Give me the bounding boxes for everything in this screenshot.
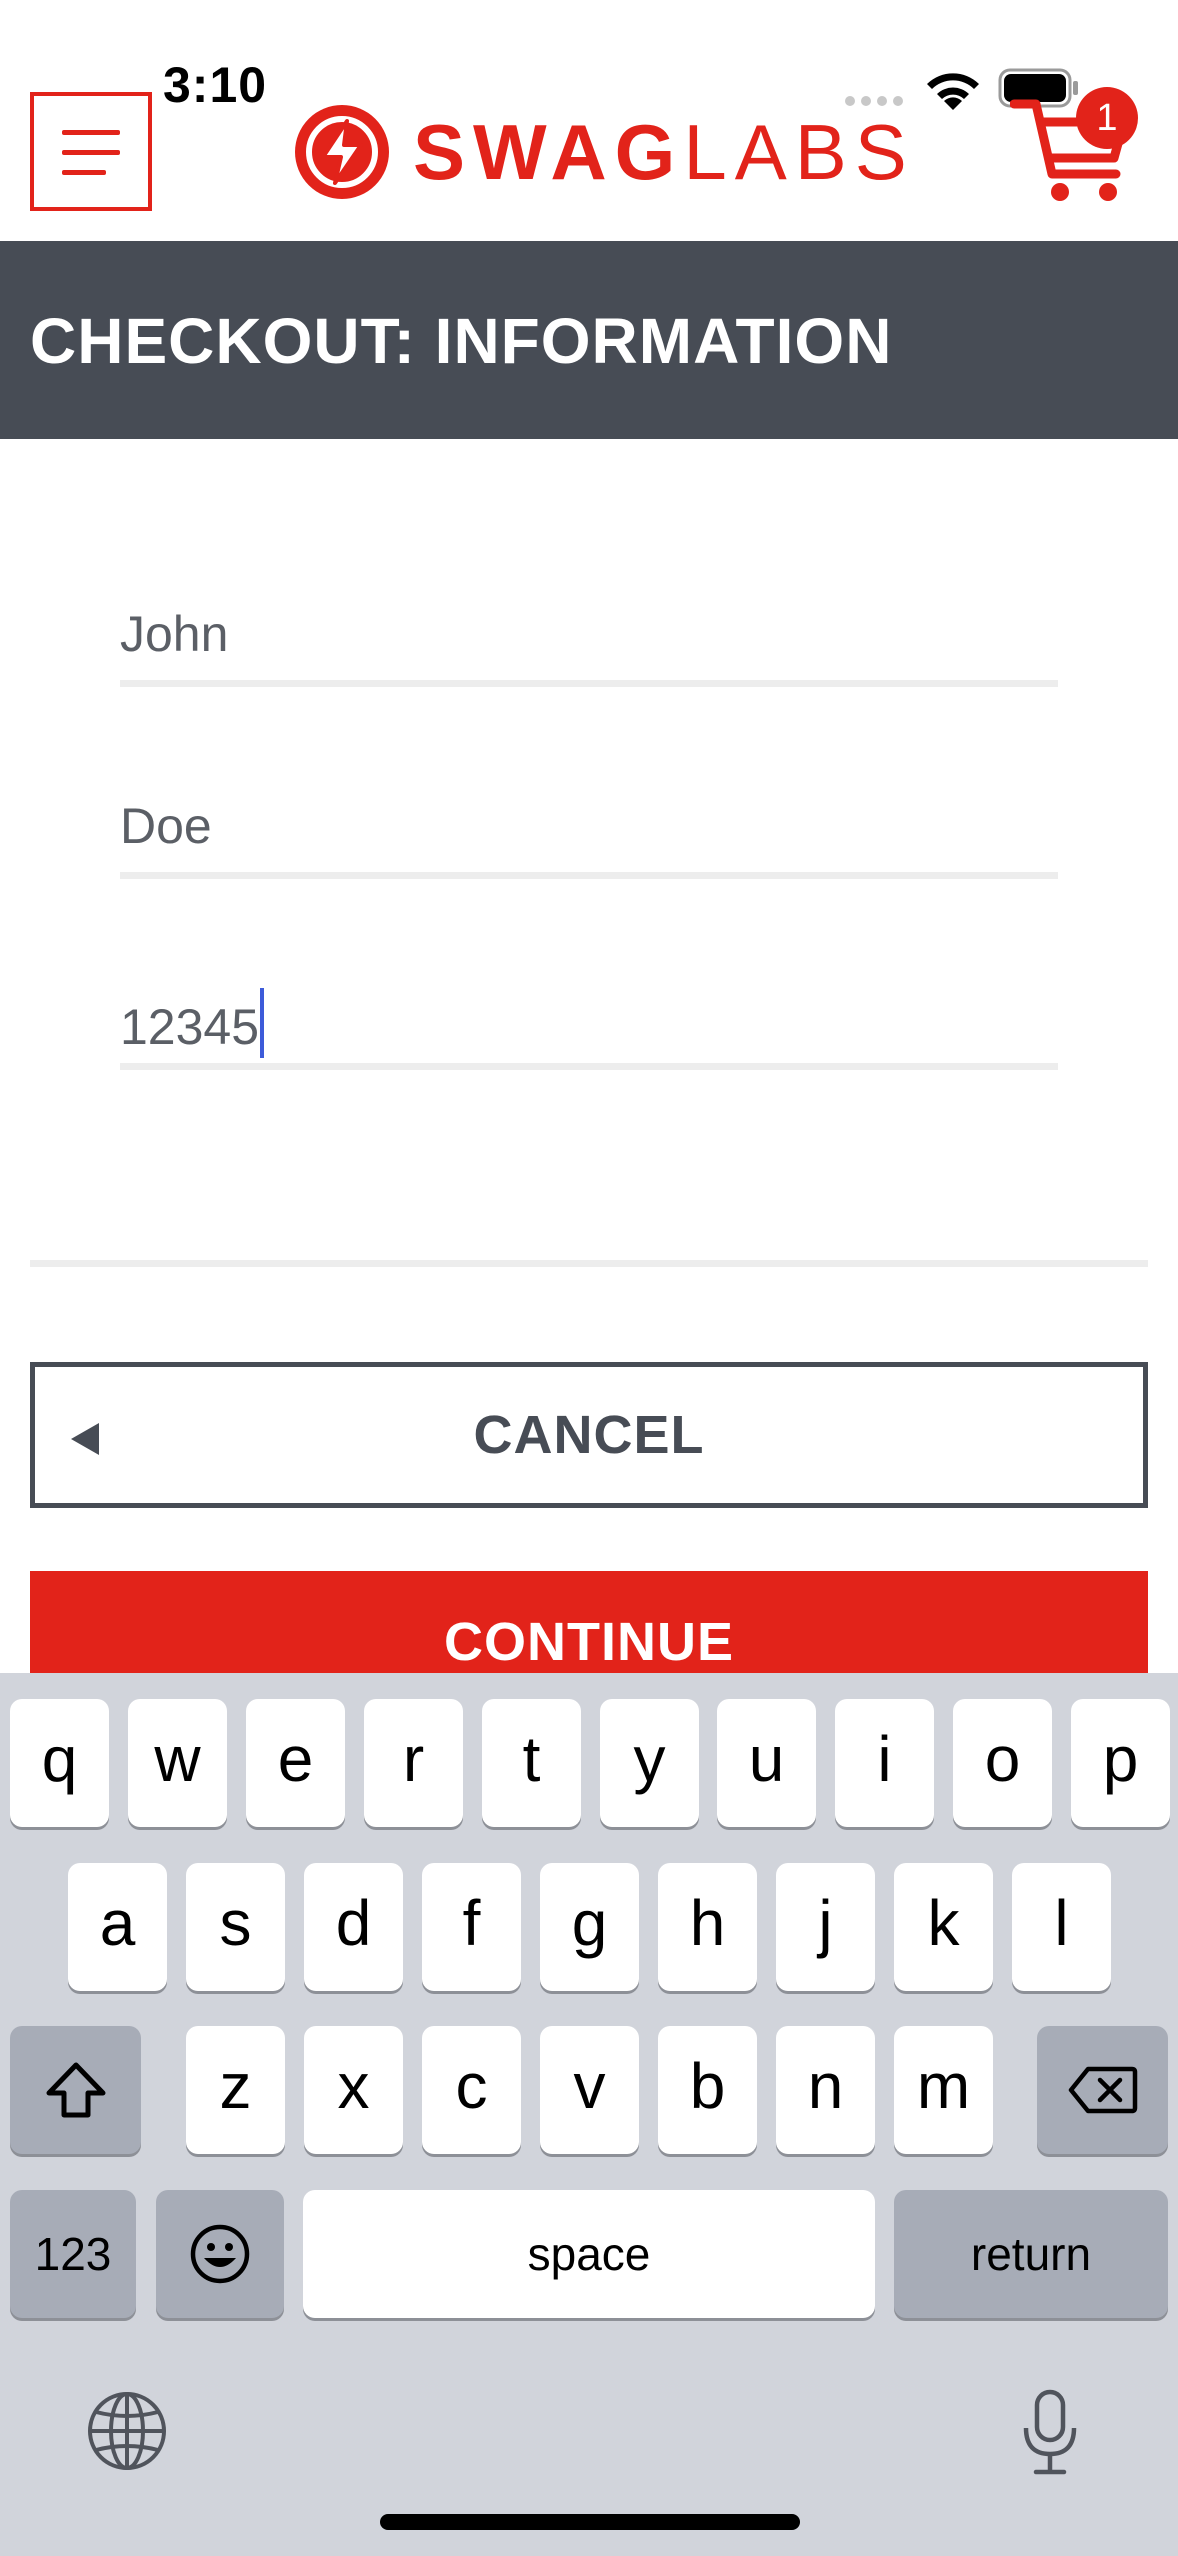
key-label: w — [154, 1723, 201, 1795]
return-key-label: return — [970, 2228, 1092, 2280]
key-label: r — [402, 1723, 425, 1795]
key-o[interactable]: o — [953, 1699, 1052, 1827]
key-label: a — [99, 1887, 136, 1959]
key-label: f — [462, 1887, 481, 1959]
microphone-icon[interactable] — [1020, 2388, 1080, 2478]
brand-name-part2: LABS — [683, 108, 915, 196]
brand-logo: SWAGLABS — [295, 104, 915, 200]
key-label: p — [1102, 1723, 1139, 1795]
key-label: j — [818, 1887, 833, 1959]
key-label: t — [522, 1723, 541, 1795]
on-screen-keyboard: q w e r t y u i o p a s d f g h j k l z … — [0, 1673, 1178, 2556]
key-h[interactable]: h — [658, 1863, 757, 1991]
key-a[interactable]: a — [68, 1863, 167, 1991]
last-name-field[interactable]: Doe — [120, 769, 1058, 879]
key-g[interactable]: g — [540, 1863, 639, 1991]
hamburger-menu-icon — [62, 130, 120, 135]
key-r[interactable]: r — [364, 1699, 463, 1827]
divider — [30, 1260, 1148, 1267]
menu-button[interactable] — [30, 92, 152, 211]
page-title: CHECKOUT: INFORMATION — [30, 305, 893, 377]
postal-code-text: 12345 — [120, 999, 260, 1055]
key-j[interactable]: j — [776, 1863, 875, 1991]
emoji-key[interactable] — [156, 2190, 284, 2318]
shift-key[interactable] — [10, 2026, 141, 2154]
delete-key[interactable] — [1037, 2026, 1168, 2154]
key-label: l — [1054, 1887, 1069, 1959]
key-k[interactable]: k — [894, 1863, 993, 1991]
postal-code-field[interactable]: 12345 — [120, 960, 1058, 1070]
return-key[interactable]: return — [894, 2190, 1168, 2318]
hamburger-menu-icon-bar — [62, 150, 120, 155]
key-f[interactable]: f — [422, 1863, 521, 1991]
last-name-value: Doe — [120, 798, 212, 854]
key-p[interactable]: p — [1071, 1699, 1170, 1827]
first-name-field[interactable]: John — [120, 577, 1058, 687]
key-c[interactable]: c — [422, 2026, 521, 2154]
status-time: 3:10 — [163, 57, 268, 113]
key-v[interactable]: v — [540, 2026, 639, 2154]
space-key[interactable]: space — [303, 2190, 875, 2318]
key-q[interactable]: q — [10, 1699, 109, 1827]
key-label: k — [927, 1887, 960, 1959]
back-arrow-icon — [71, 1423, 99, 1455]
globe-icon[interactable] — [86, 2390, 168, 2472]
key-i[interactable]: i — [835, 1699, 934, 1827]
numbers-key[interactable]: 123 — [10, 2190, 136, 2318]
postal-code-value: 12345 — [120, 988, 265, 1058]
key-label: b — [689, 2050, 726, 2122]
key-s[interactable]: s — [186, 1863, 285, 1991]
key-label: z — [219, 2050, 252, 2122]
emoji-icon — [190, 2224, 250, 2284]
continue-button-label: CONTINUE — [444, 1612, 734, 1672]
key-label: g — [571, 1887, 608, 1959]
key-label: v — [573, 2050, 606, 2122]
hamburger-menu-icon-bar — [62, 170, 106, 175]
cancel-button-label: CANCEL — [473, 1405, 705, 1465]
key-label: i — [877, 1723, 892, 1795]
key-n[interactable]: n — [776, 2026, 875, 2154]
key-label: o — [984, 1723, 1021, 1795]
key-label: e — [277, 1723, 314, 1795]
key-u[interactable]: u — [717, 1699, 816, 1827]
space-key-label: space — [527, 2228, 651, 2280]
page-title-bar: CHECKOUT: INFORMATION — [0, 241, 1178, 439]
key-e[interactable]: e — [246, 1699, 345, 1827]
numbers-key-label: 123 — [34, 2228, 112, 2280]
key-l[interactable]: l — [1012, 1863, 1111, 1991]
cancel-button[interactable]: CANCEL — [30, 1362, 1148, 1508]
wifi-icon — [927, 73, 979, 110]
key-z[interactable]: z — [186, 2026, 285, 2154]
key-w[interactable]: w — [128, 1699, 227, 1827]
checkout-information-screen: 3:10 SWAGLABS 1 CHECKOUT: INFORMATION Jo… — [0, 0, 1178, 2556]
shift-arrow-icon — [46, 2062, 105, 2118]
key-label: y — [633, 1723, 666, 1795]
key-y[interactable]: y — [600, 1699, 699, 1827]
key-label: c — [455, 2050, 488, 2122]
key-b[interactable]: b — [658, 2026, 757, 2154]
brand-name: SWAGLABS — [413, 113, 915, 191]
key-label: x — [337, 2050, 370, 2122]
key-label: m — [916, 2050, 971, 2122]
key-label: d — [335, 1887, 372, 1959]
brand-name-part1: SWAG — [413, 108, 684, 196]
backspace-icon — [1068, 2066, 1137, 2114]
swag-labs-logo-icon — [295, 105, 389, 199]
cart-count-badge: 1 — [1076, 87, 1138, 149]
text-cursor — [260, 988, 265, 1058]
key-t[interactable]: t — [482, 1699, 581, 1827]
key-label: s — [219, 1887, 252, 1959]
key-label: q — [41, 1723, 78, 1795]
key-label: n — [807, 2050, 844, 2122]
key-m[interactable]: m — [894, 2026, 993, 2154]
key-d[interactable]: d — [304, 1863, 403, 1991]
key-label: h — [689, 1887, 726, 1959]
key-label: u — [748, 1723, 785, 1795]
first-name-value: John — [120, 606, 229, 662]
key-x[interactable]: x — [304, 2026, 403, 2154]
home-indicator[interactable] — [380, 2514, 800, 2530]
